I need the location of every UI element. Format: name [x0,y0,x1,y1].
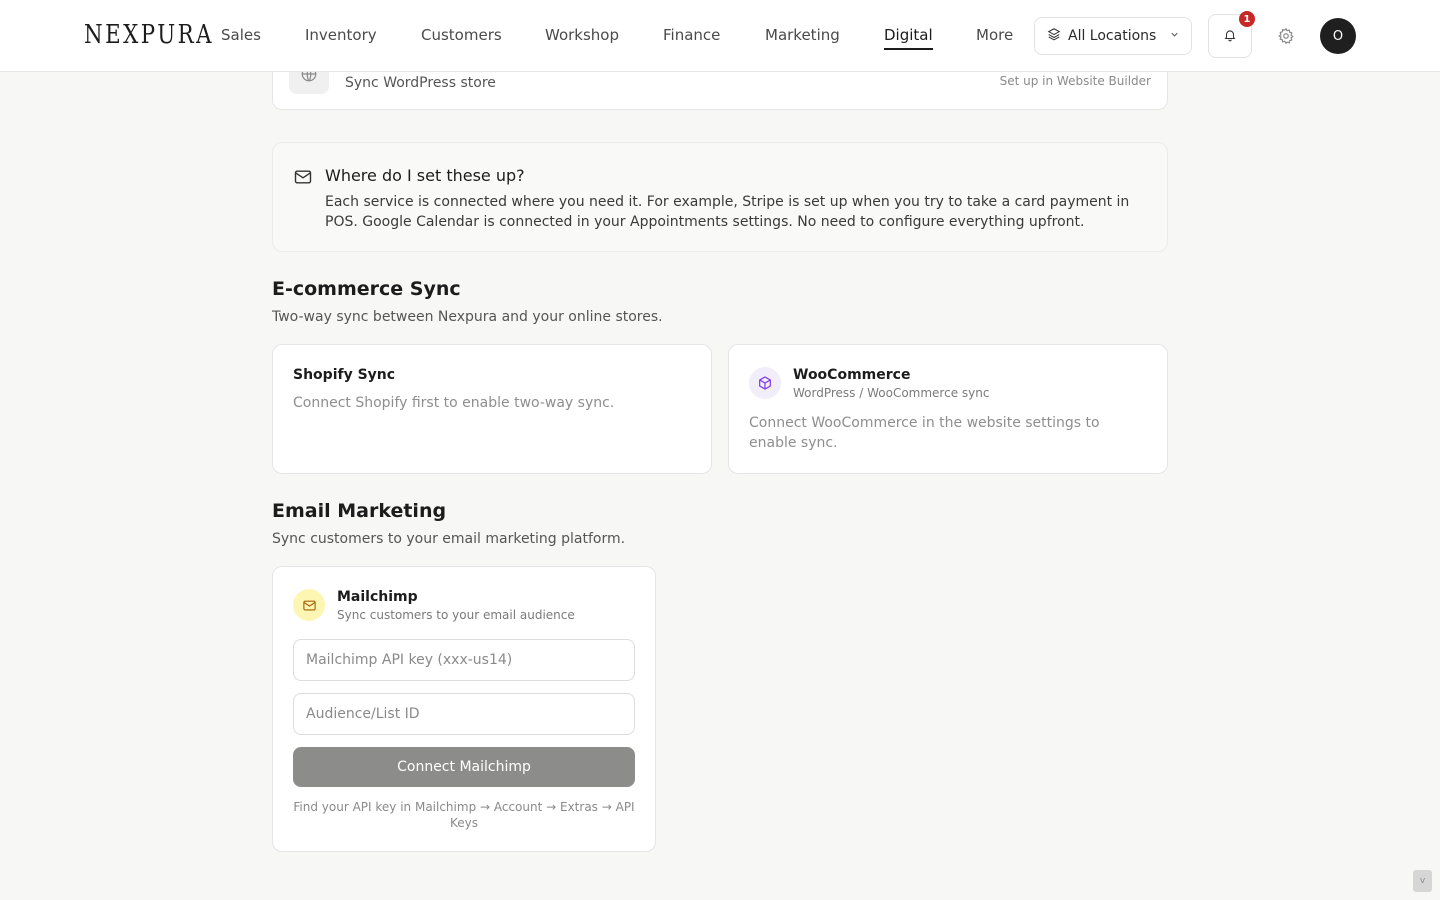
nav-item-digital[interactable]: Digital [884,26,933,50]
scroll-down-button[interactable]: v [1413,870,1432,892]
shopify-body: Connect Shopify first to enable two-way … [293,395,615,411]
woocommerce-body: Connect WooCommerce in the website setti… [749,415,1100,451]
ecommerce-section-subtitle: Two-way sync between Nexpura and your on… [272,309,663,325]
website-builder-link[interactable]: Set up in Website Builder [1000,74,1151,88]
email-section-subtitle: Sync customers to your email marketing p… [272,531,626,547]
shopify-sync-card: Shopify Sync Connect Shopify first to en… [272,344,712,474]
info-title: Where do I set these up? [325,166,525,185]
gear-icon[interactable] [1274,24,1298,48]
layers-icon [1047,27,1061,45]
notification-badge: 1 [1239,11,1255,27]
mailchimp-api-key-input[interactable] [293,639,635,681]
mailchimp-title: Mailchimp [337,589,418,605]
location-selector[interactable]: All Locations [1034,17,1192,55]
bell-icon [1223,27,1237,46]
top-navigation: NEXPURA Sales Inventory Customers Worksh… [0,0,1440,72]
nav-item-workshop[interactable]: Workshop [545,26,619,44]
woocommerce-subtitle: WordPress / WooCommerce sync [793,386,990,400]
mailchimp-help-text: Find your API key in Mailchimp → Account… [293,800,635,830]
mail-icon [293,167,313,191]
notifications-button[interactable]: 1 [1208,11,1255,58]
nav-item-finance[interactable]: Finance [663,26,720,44]
avatar[interactable]: O [1320,18,1356,54]
mailchimp-card: Mailchimp Sync customers to your email a… [272,566,656,852]
mailchimp-subtitle: Sync customers to your email audience [337,608,575,622]
info-body: Each service is connected where you need… [325,194,1130,230]
mail-icon [293,589,325,621]
email-section-title: Email Marketing [272,500,447,522]
nav-item-more[interactable]: More [976,26,1013,44]
woocommerce-title: WooCommerce [793,367,911,383]
shopify-title: Shopify Sync [293,367,396,383]
connect-mailchimp-button[interactable]: Connect Mailchimp [293,747,635,787]
nav-item-inventory[interactable]: Inventory [305,26,377,44]
box-icon [749,367,781,399]
woocommerce-card: WooCommerce WordPress / WooCommerce sync… [728,344,1168,474]
ecommerce-section-title: E-commerce Sync [272,278,461,300]
nav-item-sales[interactable]: Sales [221,26,261,44]
wordpress-subtitle: Sync WordPress store [345,75,496,91]
nav-item-customers[interactable]: Customers [421,26,502,44]
setup-info-card: Where do I set these up? Each service is… [272,142,1168,252]
chevron-down-icon [1169,28,1180,44]
location-label: All Locations [1068,28,1157,44]
brand-logo[interactable]: NEXPURA [84,20,214,50]
nav-item-marketing[interactable]: Marketing [765,26,840,44]
audience-list-id-input[interactable] [293,693,635,735]
